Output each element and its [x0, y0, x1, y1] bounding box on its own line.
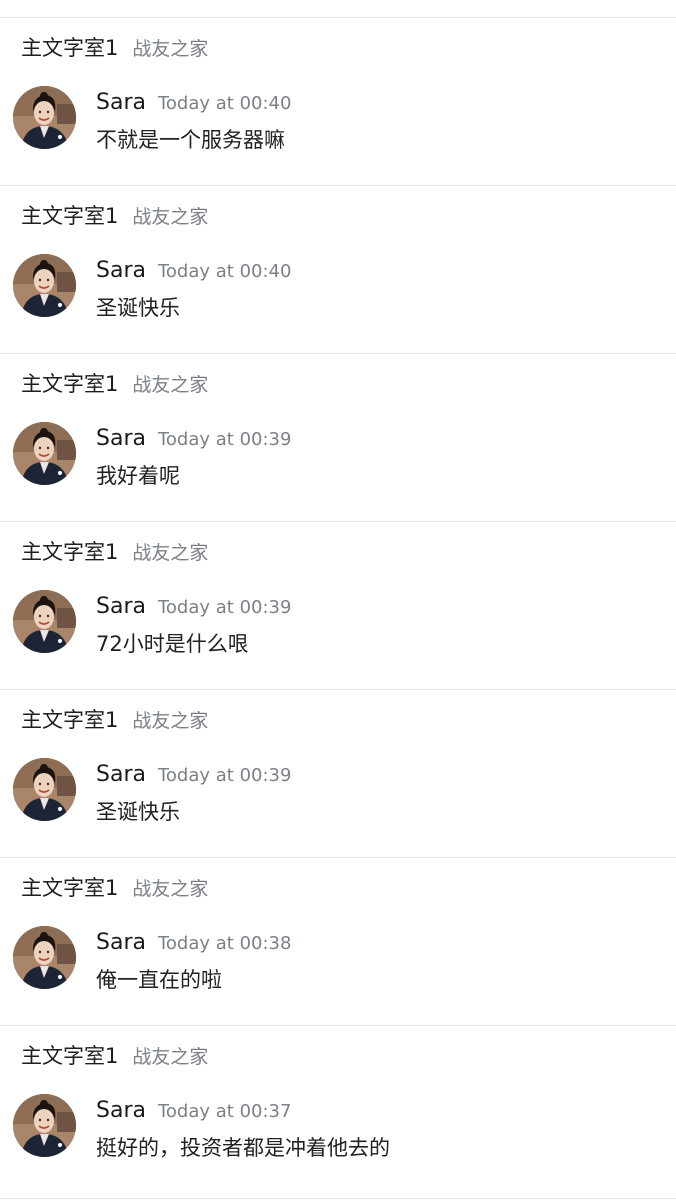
channel-name: 主文字室1	[21, 372, 119, 396]
message-text: 我好着呢	[96, 464, 180, 488]
message-meta: Sara Today at 00:37	[96, 1098, 291, 1123]
author-name[interactable]: Sara	[96, 594, 146, 619]
channel-header[interactable]: 主文字室1 战友之家	[21, 704, 208, 734]
timestamp: Today at 00:40	[157, 261, 292, 282]
message-text: 不就是一个服务器嘛	[96, 128, 285, 152]
channel-name: 主文字室1	[21, 708, 119, 732]
user-avatar[interactable]	[13, 926, 76, 989]
author-name[interactable]: Sara	[96, 762, 146, 787]
server-name: 战友之家	[132, 878, 209, 900]
server-name: 战友之家	[132, 710, 209, 732]
message-card[interactable]: 主文字室1 战友之家 Sara Today at 00:40 不就是一个服务器嘛	[0, 17, 676, 185]
message-meta: Sara Today at 00:40	[96, 90, 291, 115]
user-avatar[interactable]	[13, 254, 76, 317]
timestamp: Today at 00:39	[157, 597, 292, 618]
channel-header[interactable]: 主文字室1 战友之家	[21, 1040, 208, 1070]
timestamp: Today at 00:39	[157, 765, 292, 786]
message-meta: Sara Today at 00:39	[96, 426, 291, 451]
message-meta: Sara Today at 00:38	[96, 930, 291, 955]
timestamp: Today at 00:37	[157, 1101, 292, 1122]
message-text: 圣诞快乐	[96, 800, 180, 824]
server-name: 战友之家	[132, 1046, 209, 1068]
message-text: 挺好的，投资者都是冲着他去的	[96, 1136, 390, 1160]
user-avatar[interactable]	[13, 590, 76, 653]
channel-header[interactable]: 主文字室1 战友之家	[21, 368, 208, 398]
channel-header[interactable]: 主文字室1 战友之家	[21, 872, 208, 902]
server-name: 战友之家	[132, 206, 209, 228]
message-card[interactable]: 主文字室1 战友之家 Sara Today at 00:40 圣诞快乐	[0, 185, 676, 353]
server-name: 战友之家	[132, 38, 209, 60]
server-name: 战友之家	[132, 542, 209, 564]
message-card[interactable]: 主文字室1 战友之家 Sara Today at 00:37 挺好的，投资者都是…	[0, 1025, 676, 1193]
timestamp: Today at 00:40	[157, 93, 292, 114]
channel-name: 主文字室1	[21, 876, 119, 900]
server-name: 战友之家	[132, 374, 209, 396]
channel-name: 主文字室1	[21, 540, 119, 564]
channel-name: 主文字室1	[21, 1044, 119, 1068]
channel-header[interactable]: 主文字室1 战友之家	[21, 200, 208, 230]
message-meta: Sara Today at 00:40	[96, 258, 291, 283]
channel-name: 主文字室1	[21, 204, 119, 228]
message-card[interactable]: 主文字室1 战友之家 Sara Today at 00:39 圣诞快乐	[0, 689, 676, 857]
message-feed: 主文字室1 战友之家 Sara Today at 00:40 不就是一个服务器嘛…	[0, 17, 676, 1193]
channel-header[interactable]: 主文字室1 战友之家	[21, 32, 208, 62]
author-name[interactable]: Sara	[96, 426, 146, 451]
channel-name: 主文字室1	[21, 36, 119, 60]
user-avatar[interactable]	[13, 422, 76, 485]
author-name[interactable]: Sara	[96, 930, 146, 955]
user-avatar[interactable]	[13, 86, 76, 149]
channel-header[interactable]: 主文字室1 战友之家	[21, 536, 208, 566]
timestamp: Today at 00:38	[157, 933, 292, 954]
message-card[interactable]: 主文字室1 战友之家 Sara Today at 00:39 我好着呢	[0, 353, 676, 521]
user-avatar[interactable]	[13, 758, 76, 821]
message-card[interactable]: 主文字室1 战友之家 Sara Today at 00:38 俺一直在的啦	[0, 857, 676, 1025]
message-card[interactable]: 主文字室1 战友之家 Sara Today at 00:39 72小时是什么哏	[0, 521, 676, 689]
author-name[interactable]: Sara	[96, 258, 146, 283]
author-name[interactable]: Sara	[96, 1098, 146, 1123]
message-text: 俺一直在的啦	[96, 968, 222, 992]
timestamp: Today at 00:39	[157, 429, 292, 450]
divider	[0, 1198, 676, 1199]
user-avatar[interactable]	[13, 1094, 76, 1157]
message-meta: Sara Today at 00:39	[96, 594, 291, 619]
author-name[interactable]: Sara	[96, 90, 146, 115]
message-meta: Sara Today at 00:39	[96, 762, 291, 787]
message-text: 72小时是什么哏	[96, 632, 249, 656]
message-text: 圣诞快乐	[96, 296, 180, 320]
